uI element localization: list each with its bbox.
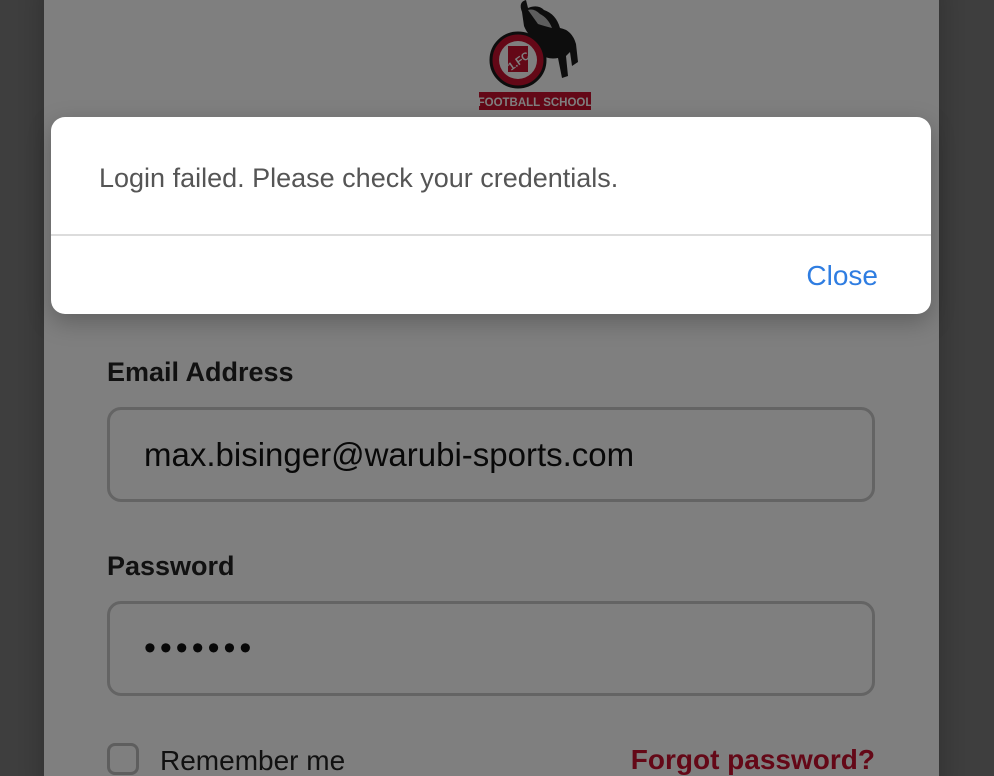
dialog-divider xyxy=(51,234,931,236)
dialog-message: Login failed. Please check your credenti… xyxy=(99,163,619,193)
login-failed-dialog: Login failed. Please check your credenti… xyxy=(51,117,931,314)
close-button[interactable]: Close xyxy=(806,260,878,292)
